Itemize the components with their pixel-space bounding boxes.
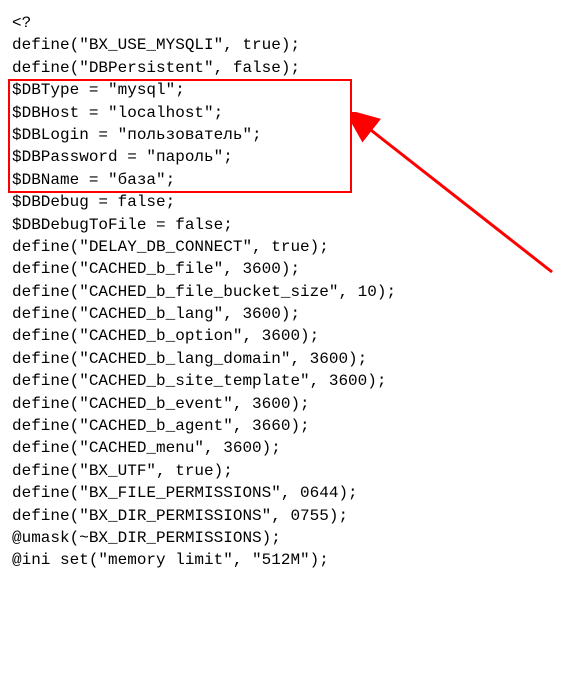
code-line-5: $DBLogin = "пользователь";: [12, 124, 565, 146]
code-line-1: define("BX_USE_MYSQLI", true);: [12, 34, 565, 56]
code-line-14: define("CACHED_b_lang", 3600);: [12, 303, 565, 325]
code-line-26: @ini set("memory limit", "512M");: [12, 549, 565, 571]
code-line-2: define("DBPersistent", false);: [12, 57, 565, 79]
code-line-13: define("CACHED_b_file_bucket_size", 10);: [12, 281, 565, 303]
code-line-20: define("CACHED_menu", 3600);: [12, 437, 565, 459]
code-line-22: define("BX_UTF", true);: [12, 460, 565, 482]
code-line-7: $DBName = "база";: [12, 169, 565, 191]
code-line-18: define("CACHED_b_event", 3600);: [12, 393, 565, 415]
code-line-4: $DBHost = "localhost";: [12, 102, 565, 124]
code-line-23: define("BX_FILE_PERMISSIONS", 0644);: [12, 482, 565, 504]
code-line-3: $DBType = "mysql";: [12, 79, 565, 101]
code-container: <? define("BX_USE_MYSQLI", true); define…: [12, 12, 565, 572]
code-line-8: $DBDebug = false;: [12, 191, 565, 213]
code-line-12: define("CACHED_b_file", 3600);: [12, 258, 565, 280]
code-line-25: @umask(~BX_DIR_PERMISSIONS);: [12, 527, 565, 549]
code-line-15: define("CACHED_b_option", 3600);: [12, 325, 565, 347]
code-line-11: define("DELAY_DB_CONNECT", true);: [12, 236, 565, 258]
code-line-0: <?: [12, 12, 565, 34]
code-line-16: define("CACHED_b_lang_domain", 3600);: [12, 348, 565, 370]
code-line-6: $DBPassword = "пароль";: [12, 146, 565, 168]
code-line-9: $DBDebugToFile = false;: [12, 214, 565, 236]
code-line-24: define("BX_DIR_PERMISSIONS", 0755);: [12, 505, 565, 527]
code-line-17: define("CACHED_b_site_template", 3600);: [12, 370, 565, 392]
code-line-19: define("CACHED_b_agent", 3660);: [12, 415, 565, 437]
